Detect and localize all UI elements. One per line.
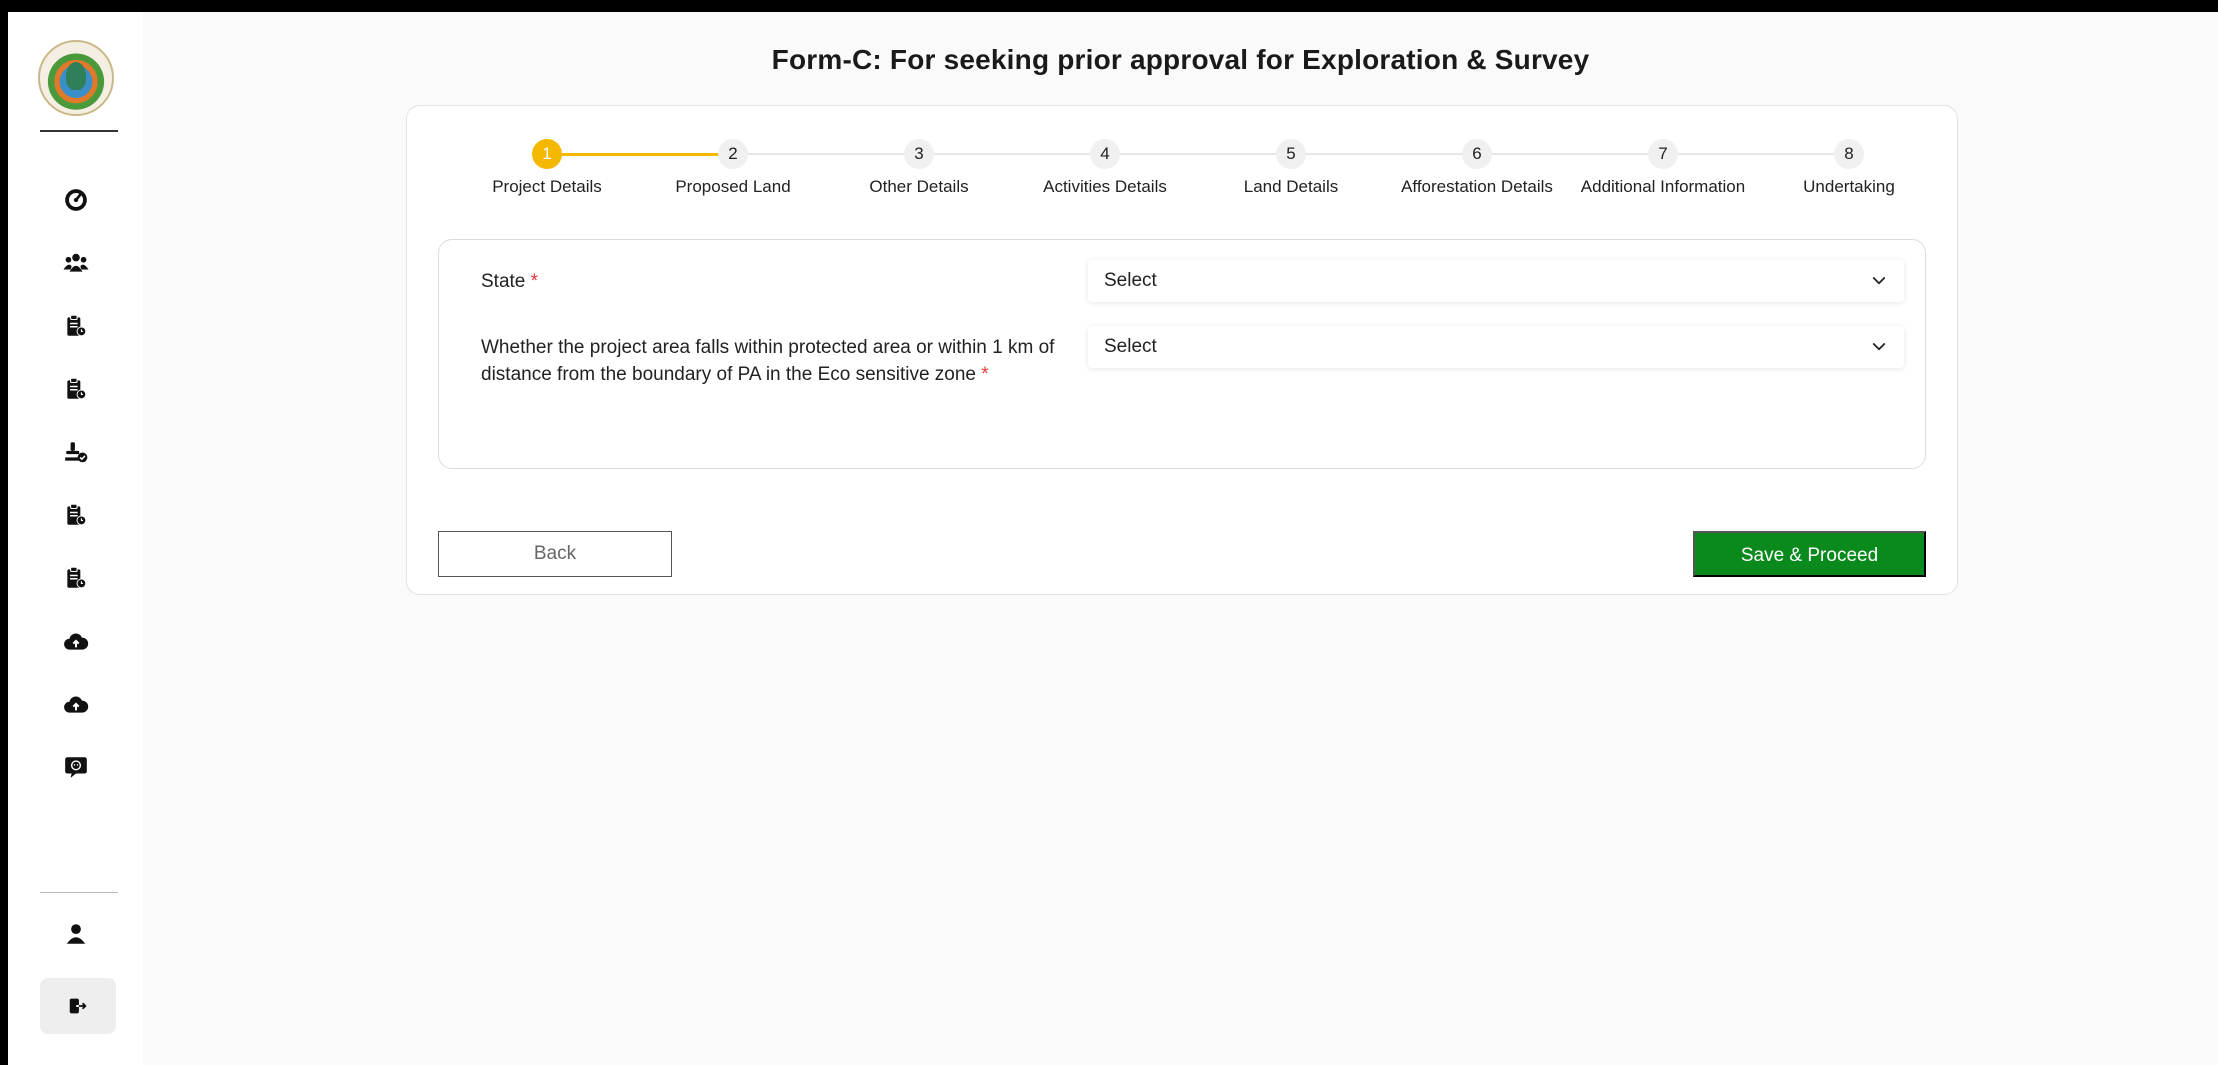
step-additional-information[interactable]: 7 Additional Information <box>1570 136 1756 197</box>
state-label-text: State <box>481 271 526 292</box>
protected-area-select-value: Select <box>1104 336 1157 357</box>
sidebar-item-dashboard[interactable] <box>56 180 96 220</box>
step-activities-details[interactable]: 4 Activities Details <box>1012 136 1198 197</box>
required-mark: * <box>981 364 989 385</box>
step-number: 4 <box>1090 139 1120 169</box>
sidebar-item-applications-4[interactable] <box>56 558 96 598</box>
sidebar-item-upload-1[interactable] <box>56 622 96 662</box>
step-land-details[interactable]: 5 Land Details <box>1198 136 1384 197</box>
step-number: 7 <box>1648 139 1678 169</box>
step-label: Proposed Land <box>675 177 791 196</box>
step-label: Afforestation Details <box>1401 177 1553 196</box>
sidebar-item-users[interactable] <box>56 243 96 283</box>
step-number: 2 <box>718 139 748 169</box>
page-title: Form-C: For seeking prior approval for E… <box>771 44 1590 75</box>
protected-area-select[interactable]: Select <box>1088 326 1904 368</box>
step-number: 1 <box>532 139 562 169</box>
chevron-down-icon <box>1872 343 1886 351</box>
step-afforestation-details[interactable]: 6 Afforestation Details <box>1384 136 1570 197</box>
step-label: Project Details <box>492 177 602 196</box>
state-label: State * <box>481 268 538 295</box>
clipboard-clock-icon <box>67 503 87 526</box>
state-select[interactable]: Select <box>1088 260 1904 302</box>
step-number: 3 <box>904 139 934 169</box>
form-card: 1 Project Details 2 Proposed Land 3 Othe… <box>406 105 1958 595</box>
step-proposed-land[interactable]: 2 Proposed Land <box>640 136 826 197</box>
user-icon <box>66 924 86 944</box>
step-project-details[interactable]: 1 Project Details <box>454 136 640 197</box>
app-frame: Form-C: For seeking prior approval for E… <box>8 12 2218 1065</box>
sidebar-item-applications-3[interactable] <box>56 495 96 535</box>
chat-message-icon <box>65 757 87 778</box>
cloud-upload-icon <box>64 633 89 650</box>
protected-area-label-text: Whether the project area falls within pr… <box>481 337 1055 385</box>
logout-icon <box>69 998 87 1014</box>
step-label: Other Details <box>869 177 969 196</box>
state-select-value: Select <box>1104 270 1157 291</box>
sidebar-item-feedback[interactable] <box>56 747 96 787</box>
step-label: Additional Information <box>1580 177 1746 196</box>
sidebar-item-upload-2[interactable] <box>56 685 96 725</box>
clipboard-clock-icon <box>67 566 87 589</box>
step-undertaking[interactable]: 8 Undertaking <box>1756 136 1942 197</box>
sidebar-item-approvals[interactable] <box>56 432 96 472</box>
step-other-details[interactable]: 3 Other Details <box>826 136 1012 197</box>
step-label: Activities Details <box>1043 177 1167 196</box>
stamp-check-icon <box>65 442 88 463</box>
form-stepper: 1 Project Details 2 Proposed Land 3 Othe… <box>447 136 1917 196</box>
clipboard-clock-icon <box>67 377 87 400</box>
clipboard-clock-icon <box>67 314 87 337</box>
required-mark: * <box>530 271 539 292</box>
sidebar-divider <box>40 130 118 132</box>
sidebar-divider-bottom <box>40 892 118 893</box>
ministry-emblem-logo[interactable] <box>38 40 114 116</box>
step-number: 6 <box>1462 139 1492 169</box>
chevron-down-icon <box>1872 277 1886 285</box>
step-number: 5 <box>1276 139 1306 169</box>
cloud-upload-icon <box>64 696 89 713</box>
step-label: Land Details <box>1243 177 1339 196</box>
gauge-icon <box>65 189 87 211</box>
sidebar-item-profile[interactable] <box>56 914 96 954</box>
logout-button[interactable] <box>40 978 116 1034</box>
sidebar <box>8 12 143 1065</box>
save-and-proceed-button[interactable]: Save & Proceed <box>1693 531 1926 577</box>
sidebar-item-applications-1[interactable] <box>56 306 96 346</box>
protected-area-label: Whether the project area falls within pr… <box>481 334 1061 388</box>
back-button[interactable]: Back <box>438 531 672 577</box>
form-fields-panel: State * Select Whether the project area … <box>438 239 1926 469</box>
step-number: 8 <box>1834 139 1864 169</box>
step-label: Undertaking <box>1803 177 1895 196</box>
sidebar-item-applications-2[interactable] <box>56 369 96 409</box>
users-group-icon <box>63 253 89 272</box>
